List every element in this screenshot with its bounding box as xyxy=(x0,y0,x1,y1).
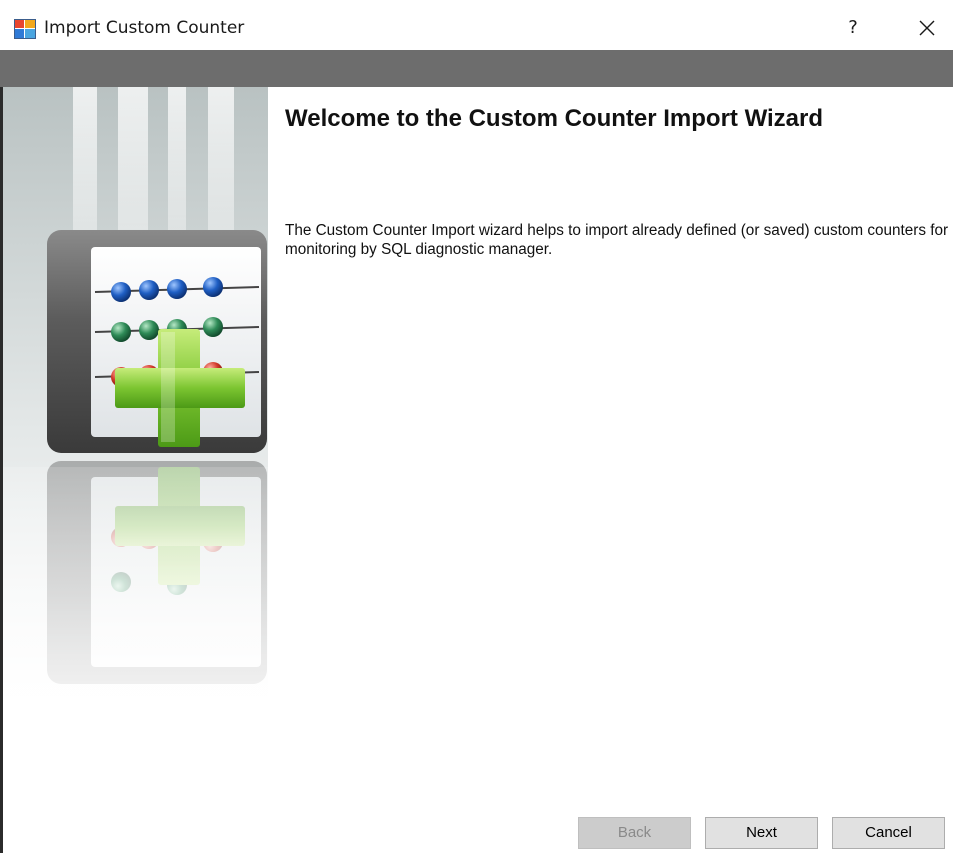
app-icon xyxy=(14,19,36,39)
help-button[interactable]: ? xyxy=(838,14,868,42)
wizard-content: Welcome to the Custom Counter Import Wiz… xyxy=(268,87,953,853)
wizard-heading: Welcome to the Custom Counter Import Wiz… xyxy=(285,105,824,132)
back-button[interactable]: Back xyxy=(578,817,691,849)
window-title: Import Custom Counter xyxy=(44,18,245,38)
abacus-frame xyxy=(47,230,267,453)
next-button[interactable]: Next xyxy=(705,817,818,849)
title-bar[interactable]: Import Custom Counter ? xyxy=(0,4,953,50)
wizard-side-panel xyxy=(3,87,268,853)
wizard-header-band xyxy=(0,50,953,87)
close-icon[interactable] xyxy=(912,14,942,42)
import-custom-counter-dialog: Import Custom Counter ? Welcome to the C… xyxy=(0,0,953,853)
cancel-button[interactable]: Cancel xyxy=(832,817,945,849)
abacus-plus-icon xyxy=(3,87,268,853)
wizard-description: The Custom Counter Import wizard helps t… xyxy=(285,222,949,258)
